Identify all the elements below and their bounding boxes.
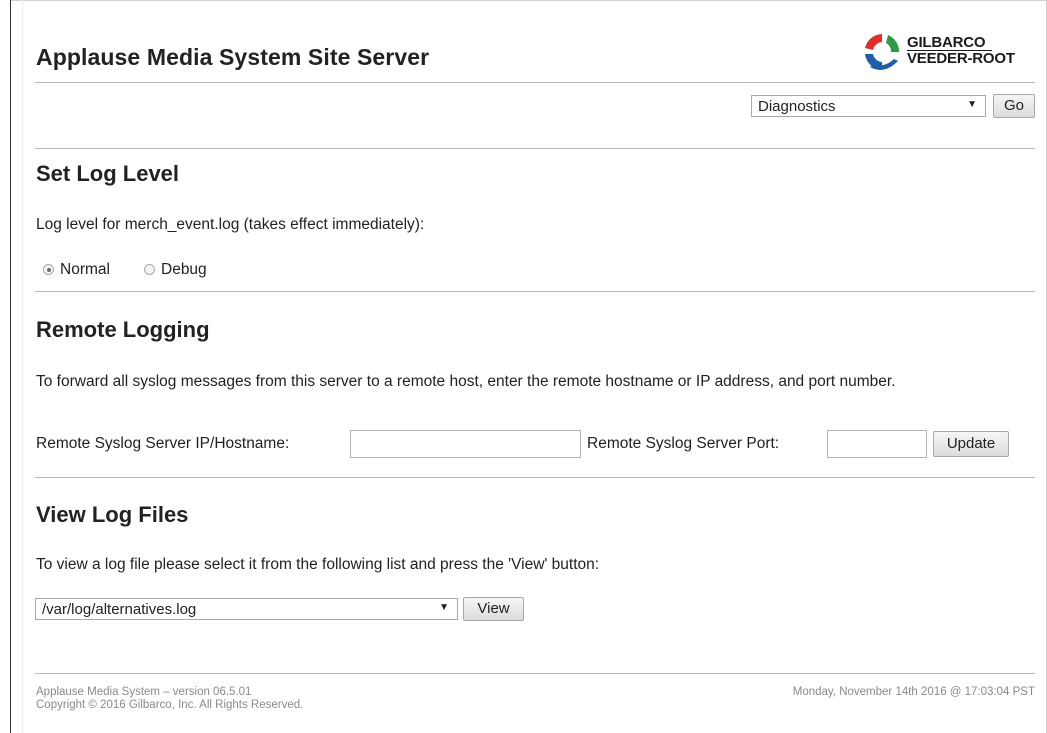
content-gutter-line: [22, 0, 23, 733]
footer-timestamp: Monday, November 14th 2016 @ 17:03:04 PS…: [792, 686, 1035, 698]
go-button[interactable]: Go: [993, 94, 1035, 118]
page-select[interactable]: Diagnostics ▼: [751, 95, 986, 117]
frame-top-border: [10, 0, 1047, 1]
log-file-select[interactable]: /var/log/alternatives.log ▼: [35, 598, 458, 620]
footer-divider: [35, 673, 1035, 674]
nav-divider: [35, 148, 1035, 149]
radio-debug[interactable]: [144, 264, 155, 275]
remote-port-input[interactable]: [827, 430, 927, 458]
view-logs-description: To view a log file please select it from…: [36, 556, 600, 573]
remote-logging-divider: [35, 477, 1035, 478]
frame-left-border: [10, 0, 11, 733]
remote-logging-heading: Remote Logging: [36, 317, 210, 342]
log-level-description: Log level for merch_event.log (takes eff…: [36, 216, 425, 233]
view-logs-heading: View Log Files: [36, 502, 189, 527]
log-file-select-value: /var/log/alternatives.log: [42, 601, 197, 618]
remote-host-input[interactable]: [350, 430, 581, 458]
logo-text-line2: VEEDER-ROOT: [907, 50, 1015, 67]
page-select-value: Diagnostics: [758, 98, 836, 115]
view-button[interactable]: View: [463, 597, 524, 621]
remote-port-label: Remote Syslog Server Port:: [587, 435, 780, 452]
log-level-heading: Set Log Level: [36, 161, 180, 186]
radio-normal[interactable]: [43, 264, 54, 275]
footer-copyright: Copyright © 2016 Gilbarco, Inc. All Righ…: [36, 699, 304, 711]
header-divider: [35, 82, 1035, 83]
gilbarco-logo: GILBARCO VEEDER-ROOT: [862, 31, 1038, 75]
radio-debug-label: Debug: [161, 261, 207, 278]
dropdown-arrow-icon: ▼: [967, 99, 977, 110]
log-level-divider: [35, 291, 1035, 292]
radio-normal-label: Normal: [60, 261, 110, 278]
dropdown-arrow-icon: ▼: [439, 602, 449, 613]
remote-logging-description: To forward all syslog messages from this…: [36, 373, 896, 390]
page-title: Applause Media System Site Server: [36, 44, 430, 70]
footer-version: Applause Media System – version 06.5.01: [36, 686, 252, 698]
update-button[interactable]: Update: [933, 431, 1009, 457]
remote-host-label: Remote Syslog Server IP/Hostname:: [36, 435, 290, 452]
logo-emblem-icon: [865, 34, 900, 70]
logo-text-line1: GILBARCO: [907, 34, 986, 51]
